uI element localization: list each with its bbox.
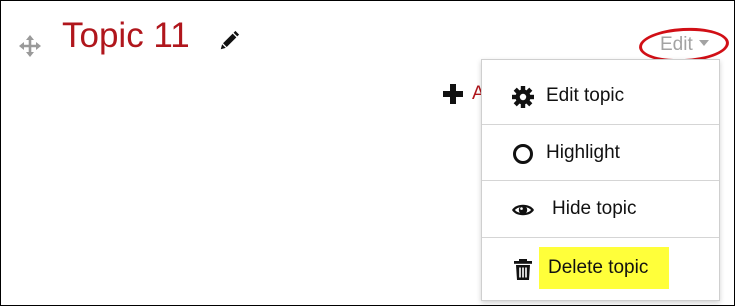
edit-dropdown-menu: Edit topic Highlight Hide topic Delete t… — [481, 59, 720, 301]
menu-item-delete-topic[interactable]: Delete topic — [482, 237, 719, 294]
menu-item-highlight[interactable]: Highlight — [482, 124, 719, 181]
topic-section-frame: Topic 11 Edit A e s — [0, 0, 735, 306]
pencil-icon[interactable] — [217, 30, 241, 52]
edit-menu-label: Edit — [660, 34, 693, 55]
eye-icon — [512, 204, 534, 216]
menu-item-label: Highlight — [546, 142, 620, 163]
menu-item-edit-topic[interactable]: Edit topic — [482, 68, 719, 124]
edit-menu-toggle[interactable]: Edit — [660, 34, 709, 56]
move-arrows-icon[interactable] — [18, 34, 42, 58]
plus-icon[interactable] — [442, 83, 464, 105]
menu-item-label: Hide topic — [552, 198, 637, 219]
caret-down-icon — [698, 39, 709, 46]
menu-item-hide-topic[interactable]: Hide topic — [482, 180, 719, 237]
page-title: Topic 11 — [62, 16, 190, 55]
menu-item-label: Edit topic — [546, 85, 625, 106]
circle-outline-icon — [513, 144, 533, 164]
gear-icon — [512, 86, 534, 108]
trash-icon — [514, 259, 532, 280]
menu-item-label: Delete topic — [548, 257, 649, 278]
